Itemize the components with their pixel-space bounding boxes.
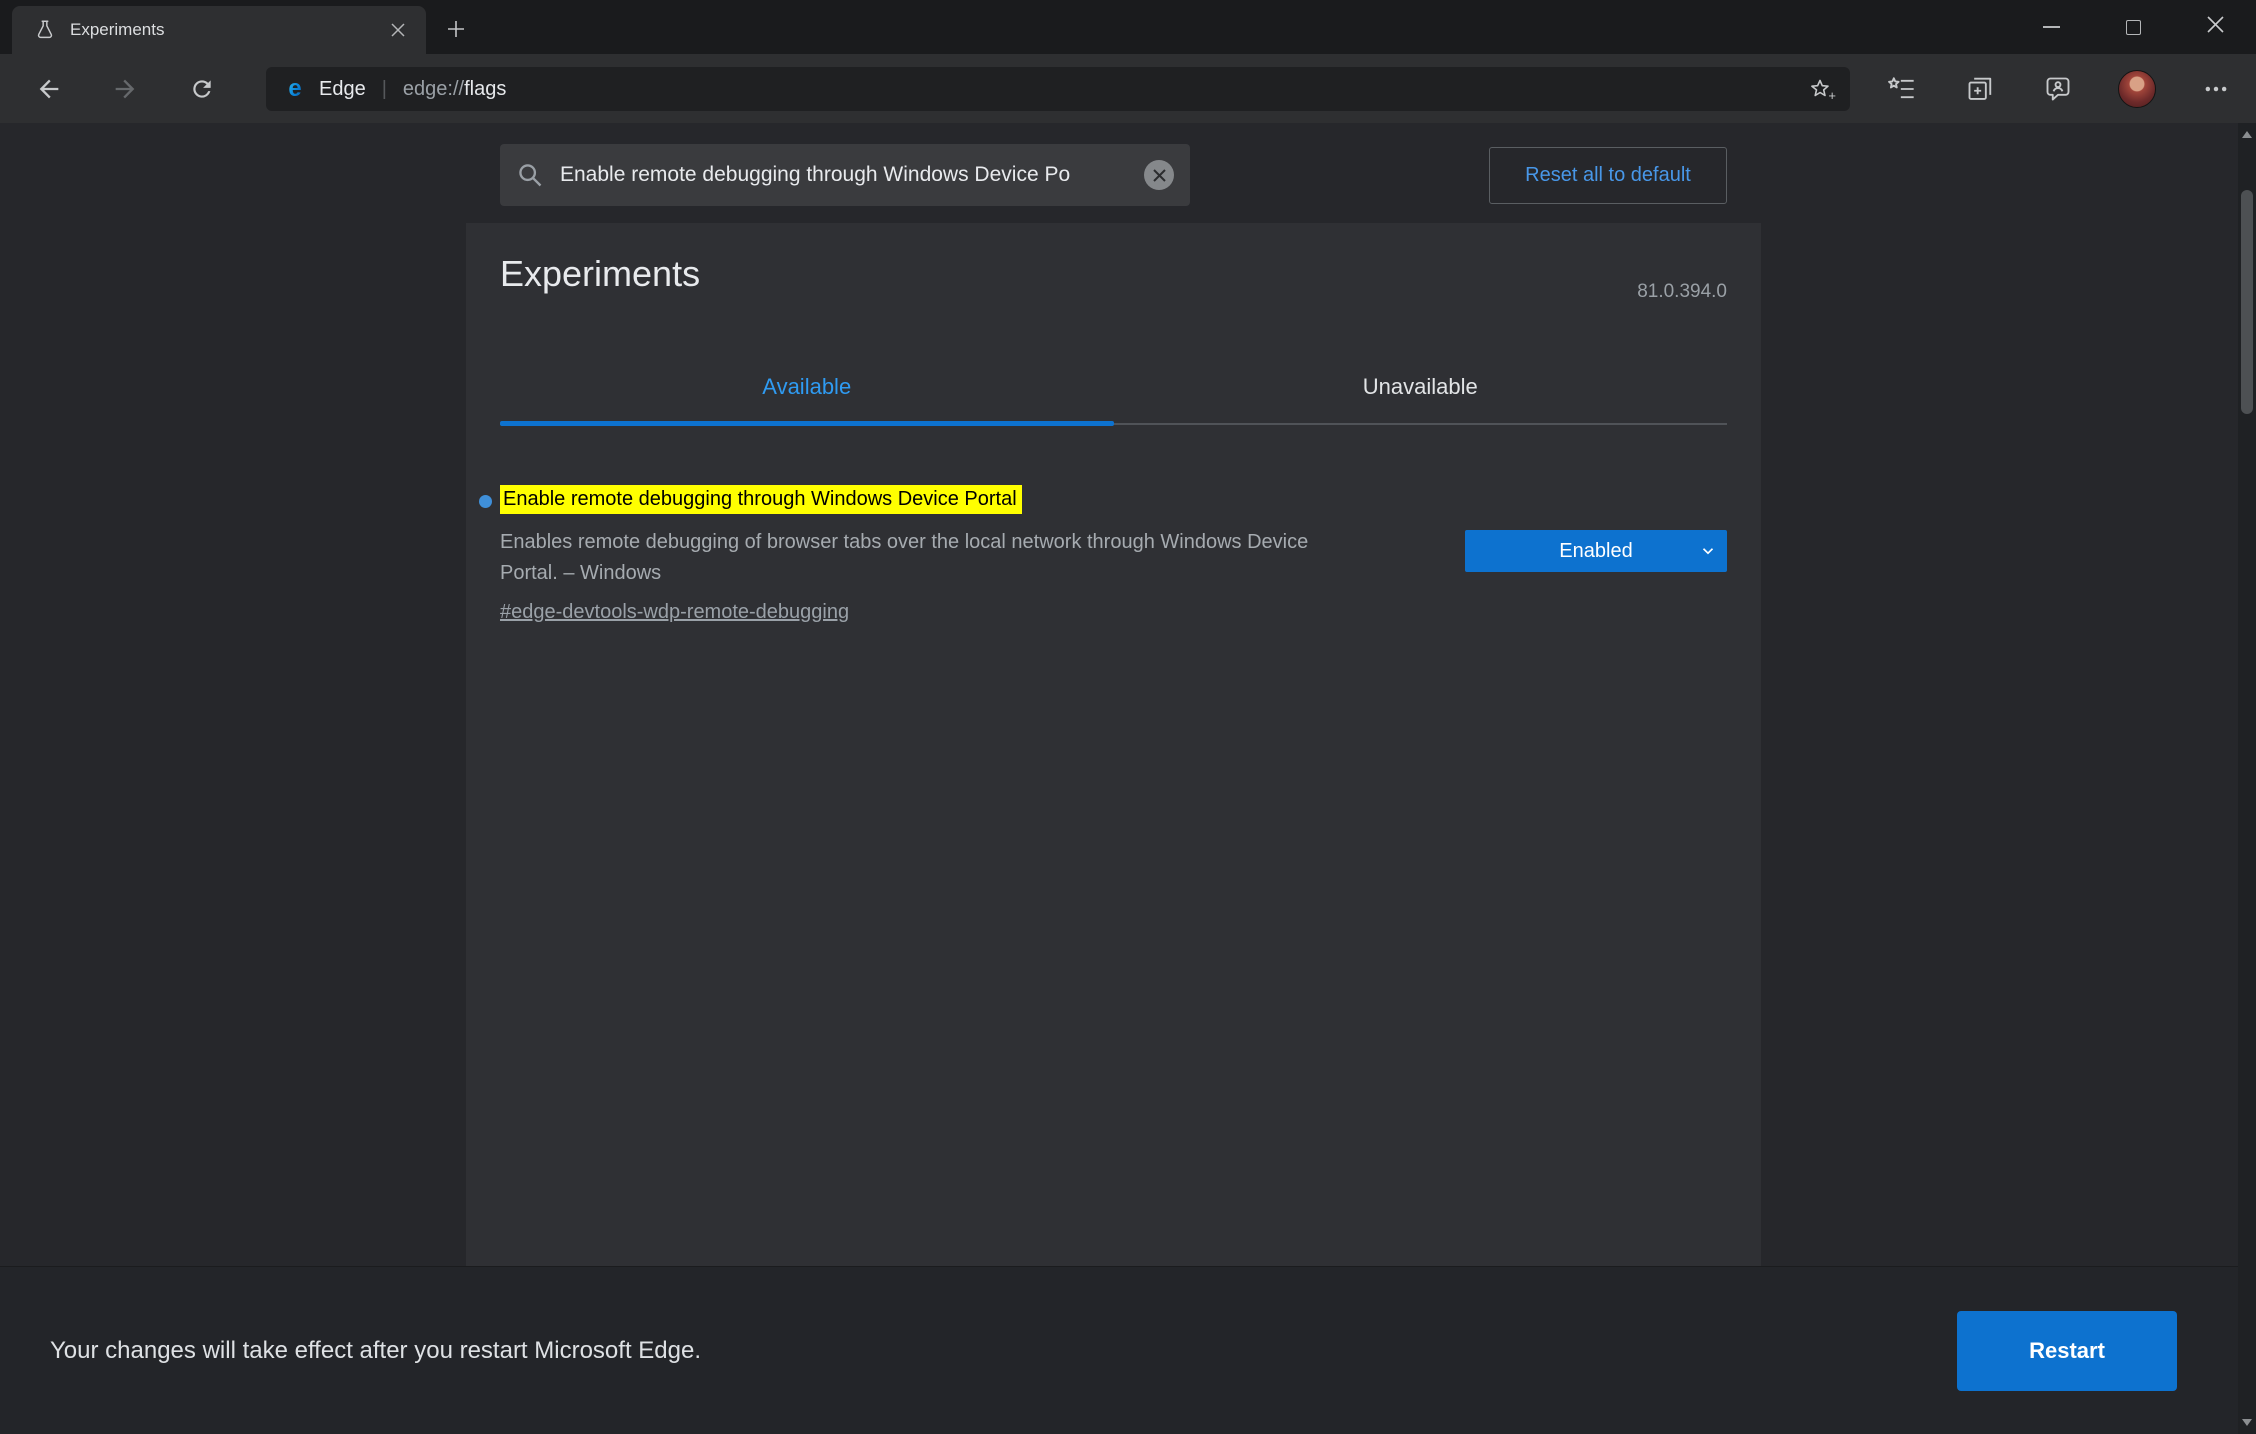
flask-favicon-icon (34, 19, 56, 41)
tab-strip: Experiments (0, 0, 2256, 54)
new-tab-button[interactable] (440, 13, 472, 45)
toolbar-icons (1884, 54, 2234, 123)
browser-toolbar: e Edge | edge:// flags + (0, 54, 2256, 123)
flag-bullet (479, 495, 492, 508)
tab-title: Experiments (70, 20, 165, 39)
browser-tab-experiments[interactable]: Experiments (12, 6, 426, 54)
scroll-down-arrow-icon[interactable] (2242, 1419, 2252, 1426)
flag-row: Enable remote debugging through Windows … (479, 485, 1727, 624)
restart-banner: Your changes will take effect after you … (0, 1266, 2238, 1434)
address-bar[interactable]: e Edge | edge:// flags + (266, 67, 1850, 111)
url-path: flags (464, 77, 507, 100)
scroll-thumb[interactable] (2241, 190, 2253, 414)
tab-unavailable-label: Unavailable (1362, 374, 1478, 399)
profile-avatar[interactable] (2118, 69, 2156, 108)
collections-icon[interactable] (1962, 71, 1998, 107)
flag-text-block: Enable remote debugging through Windows … (479, 485, 1360, 624)
browser-window: Experiments e Edge | edge:// flags + Ena… (0, 0, 2256, 1434)
scroll-up-arrow-icon[interactable] (2242, 131, 2252, 138)
flags-search-box (500, 144, 1190, 206)
reset-all-button[interactable]: Reset all to default (1489, 147, 1727, 204)
restart-message: Your changes will take effect after you … (50, 1336, 701, 1364)
maximize-icon (2125, 19, 2141, 35)
flag-value-label: Enabled (1559, 539, 1633, 562)
add-favorite-icon[interactable]: + (1804, 73, 1836, 105)
back-button[interactable] (21, 54, 77, 123)
scrollbar[interactable] (2238, 123, 2256, 1434)
favorites-hub-icon[interactable] (1884, 71, 1920, 107)
url-scheme: edge:// (402, 77, 465, 100)
flag-name-highlighted: Enable remote debugging through Windows … (500, 485, 1022, 514)
flag-description: Enables remote debugging of browser tabs… (500, 531, 1309, 584)
flags-search-input[interactable] (558, 162, 1144, 188)
flags-tabs: Available Unavailable (500, 351, 1728, 426)
minimize-icon (2042, 26, 2060, 28)
maximize-button[interactable] (2092, 0, 2174, 54)
version-label: 81.0.394.0 (1637, 281, 1727, 302)
close-button[interactable] (2174, 0, 2256, 54)
svg-text:e: e (288, 76, 301, 102)
clear-search-button[interactable] (1144, 160, 1174, 190)
settings-and-more-icon[interactable] (2198, 71, 2234, 107)
chevron-down-icon (1699, 542, 1717, 560)
window-controls (2010, 0, 2256, 54)
edge-logo-icon: e (282, 76, 308, 102)
tab-available-label: Available (762, 374, 852, 399)
plus-badge-icon: + (1828, 88, 1836, 103)
minimize-button[interactable] (2010, 0, 2092, 54)
restart-button[interactable]: Restart (1957, 1310, 2177, 1391)
forward-button[interactable] (97, 54, 153, 123)
url-divider: | (381, 77, 387, 100)
flag-value-dropdown[interactable]: Enabled (1465, 530, 1727, 572)
close-icon (2206, 16, 2224, 38)
feedback-icon[interactable] (2040, 71, 2076, 107)
flag-permalink[interactable]: #edge-devtools-wdp-remote-debugging (500, 601, 849, 624)
site-brand-label: Edge (319, 77, 366, 100)
flags-page: Reset all to default Experiments 81.0.39… (0, 123, 2256, 1434)
tab-close-icon[interactable] (384, 16, 412, 44)
refresh-button[interactable] (174, 54, 230, 123)
tab-unavailable[interactable]: Unavailable (1114, 351, 1728, 423)
experiments-panel: Experiments 81.0.394.0 Available Unavail… (466, 223, 1761, 1266)
tab-available[interactable]: Available (500, 351, 1114, 426)
search-icon (516, 161, 544, 189)
page-title: Experiments (500, 253, 701, 294)
